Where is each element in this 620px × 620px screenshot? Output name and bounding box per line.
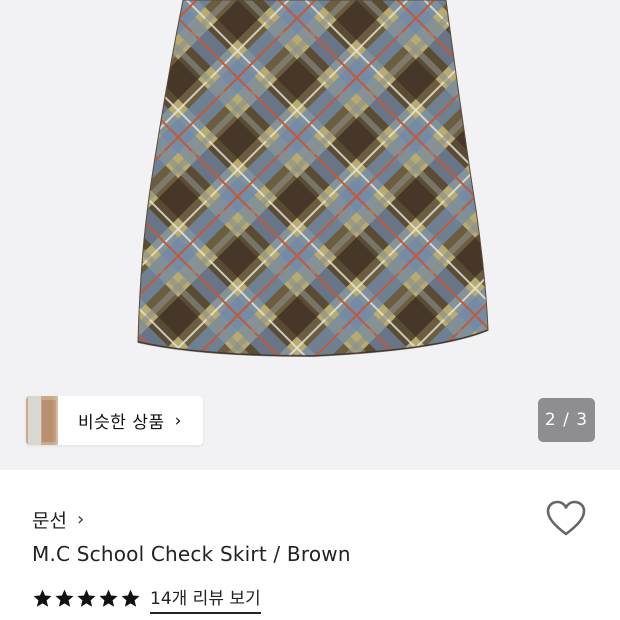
star-icon: [121, 589, 140, 607]
brand-link[interactable]: 문선 ›: [32, 506, 84, 533]
product-info: 문선 › M.C School Check Skirt / Brown 14개 …: [0, 470, 620, 620]
product-title: M.C School Check Skirt / Brown: [32, 542, 351, 566]
heart-icon[interactable]: [546, 500, 586, 538]
star-icon: [33, 589, 52, 607]
chevron-right-icon: ›: [174, 410, 182, 431]
image-page-indicator: 2 / 3: [538, 398, 595, 442]
similar-products-button[interactable]: 비슷한 상품 ›: [26, 396, 203, 445]
similar-product-thumbnail: [26, 396, 76, 445]
star-rating: [32, 588, 142, 609]
product-image-gallery[interactable]: 비슷한 상품 › 2 / 3: [0, 0, 620, 470]
reviews-link[interactable]: 14개 리뷰 보기: [150, 584, 261, 614]
rating-row: 14개 리뷰 보기: [32, 584, 261, 614]
similar-products-label: 비슷한 상품: [78, 413, 165, 433]
star-icon: [99, 589, 118, 607]
star-icon: [55, 589, 74, 607]
star-icon: [77, 589, 96, 607]
chevron-right-icon: ›: [76, 509, 85, 530]
brand-name: 문선: [32, 510, 67, 532]
